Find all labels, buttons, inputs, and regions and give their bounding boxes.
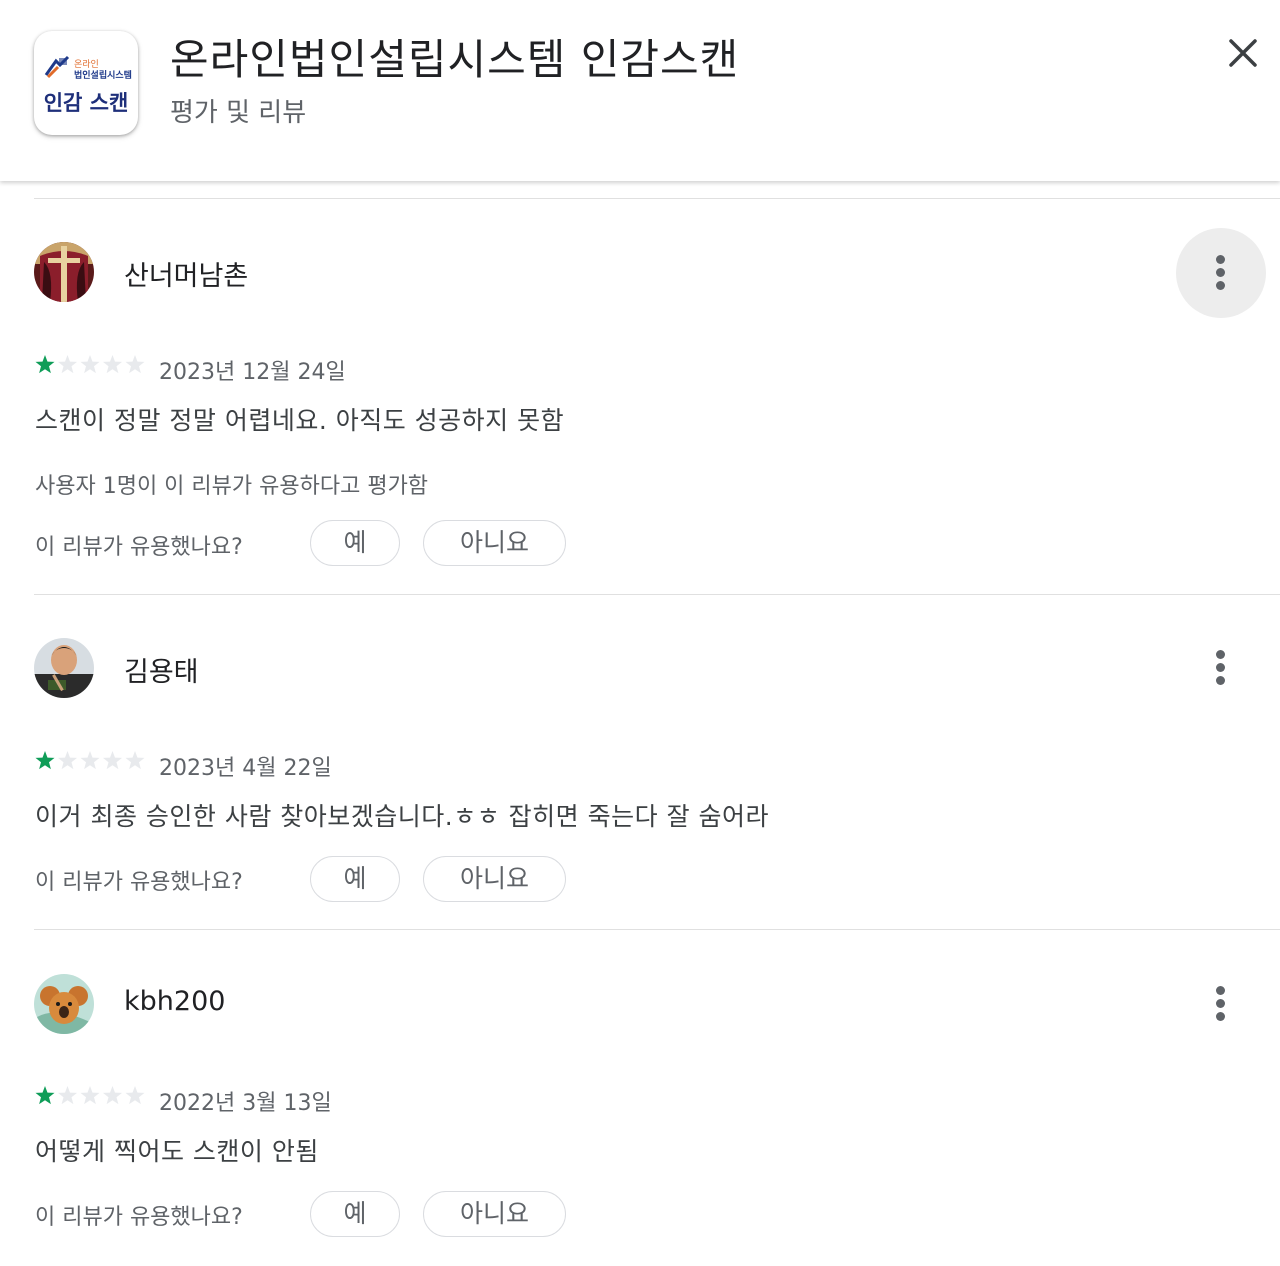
helpful-question: 이 리뷰가 유용했나요?	[35, 870, 243, 895]
close-icon	[1229, 39, 1257, 67]
helpful-question: 이 리뷰가 유용했나요?	[35, 1205, 243, 1230]
helpful-count: 사용자 1명이 이 리뷰가 유용하다고 평가함	[35, 474, 429, 499]
star-filled-icon	[35, 1086, 55, 1105]
close-button[interactable]	[1220, 30, 1266, 76]
star-empty-icon	[80, 355, 100, 374]
avatar	[34, 638, 94, 698]
helpful-no-button[interactable]: 아니요	[423, 856, 566, 902]
app-header: 온라인 법인설립시스템 인감 스캔 온라인법인설립시스템 인감스캔 평가 및 리…	[0, 0, 1280, 181]
star-empty-icon	[125, 751, 145, 770]
review-date: 2023년 12월 24일	[159, 360, 346, 385]
review-text: 어떻게 찍어도 스캔이 안됨	[35, 1137, 319, 1166]
app-icon: 온라인 법인설립시스템 인감 스캔	[34, 31, 138, 135]
avatar	[34, 242, 94, 302]
star-rating	[34, 750, 146, 772]
star-empty-icon	[125, 1086, 145, 1105]
review-text: 이거 최종 승인한 사람 찾아보겠습니다.ㅎㅎ 잡히면 죽는다 잘 숨어라	[35, 802, 770, 831]
helpful-yes-button[interactable]: 예	[310, 520, 400, 566]
helpful-no-button[interactable]: 아니요	[423, 1191, 566, 1237]
helpful-yes-button[interactable]: 예	[310, 1191, 400, 1237]
avatar	[34, 974, 94, 1034]
reviewer-name: 산너머남촌	[124, 261, 249, 292]
divider	[34, 929, 1280, 930]
review-date: 2022년 3월 13일	[159, 1091, 332, 1116]
star-rating	[34, 1085, 146, 1107]
review-text: 스캔이 정말 정말 어렵네요. 아직도 성공하지 못함	[35, 406, 565, 435]
helpful-yes-button[interactable]: 예	[310, 856, 400, 902]
star-empty-icon	[102, 751, 123, 770]
more-options-button[interactable]	[1176, 623, 1266, 713]
star-empty-icon	[57, 1086, 78, 1105]
star-filled-icon	[35, 751, 55, 770]
app-title: 온라인법인설립시스템 인감스캔	[170, 35, 740, 84]
star-empty-icon	[102, 1086, 123, 1105]
divider	[34, 594, 1280, 595]
star-empty-icon	[125, 355, 145, 374]
reviewer-name: kbh200	[124, 986, 226, 1017]
more-options-button[interactable]	[1176, 228, 1266, 318]
star-empty-icon	[80, 751, 100, 770]
logo-mark-icon	[44, 55, 70, 79]
star-empty-icon	[80, 1086, 100, 1105]
app-icon-text-line2: 법인설립시스템	[74, 71, 132, 81]
helpful-question: 이 리뷰가 유용했나요?	[35, 535, 243, 560]
star-empty-icon	[57, 355, 78, 374]
helpful-no-button[interactable]: 아니요	[423, 520, 566, 566]
reviewer-name: 김용태	[124, 657, 199, 688]
app-icon-text-big: 인감 스캔	[43, 91, 129, 115]
review-date: 2023년 4월 22일	[159, 756, 332, 781]
more-options-button[interactable]	[1176, 959, 1266, 1049]
page-subtitle: 평가 및 리뷰	[170, 98, 307, 128]
star-empty-icon	[57, 751, 78, 770]
star-rating	[34, 354, 146, 376]
star-empty-icon	[102, 355, 123, 374]
star-filled-icon	[35, 355, 55, 374]
divider	[34, 198, 1280, 199]
